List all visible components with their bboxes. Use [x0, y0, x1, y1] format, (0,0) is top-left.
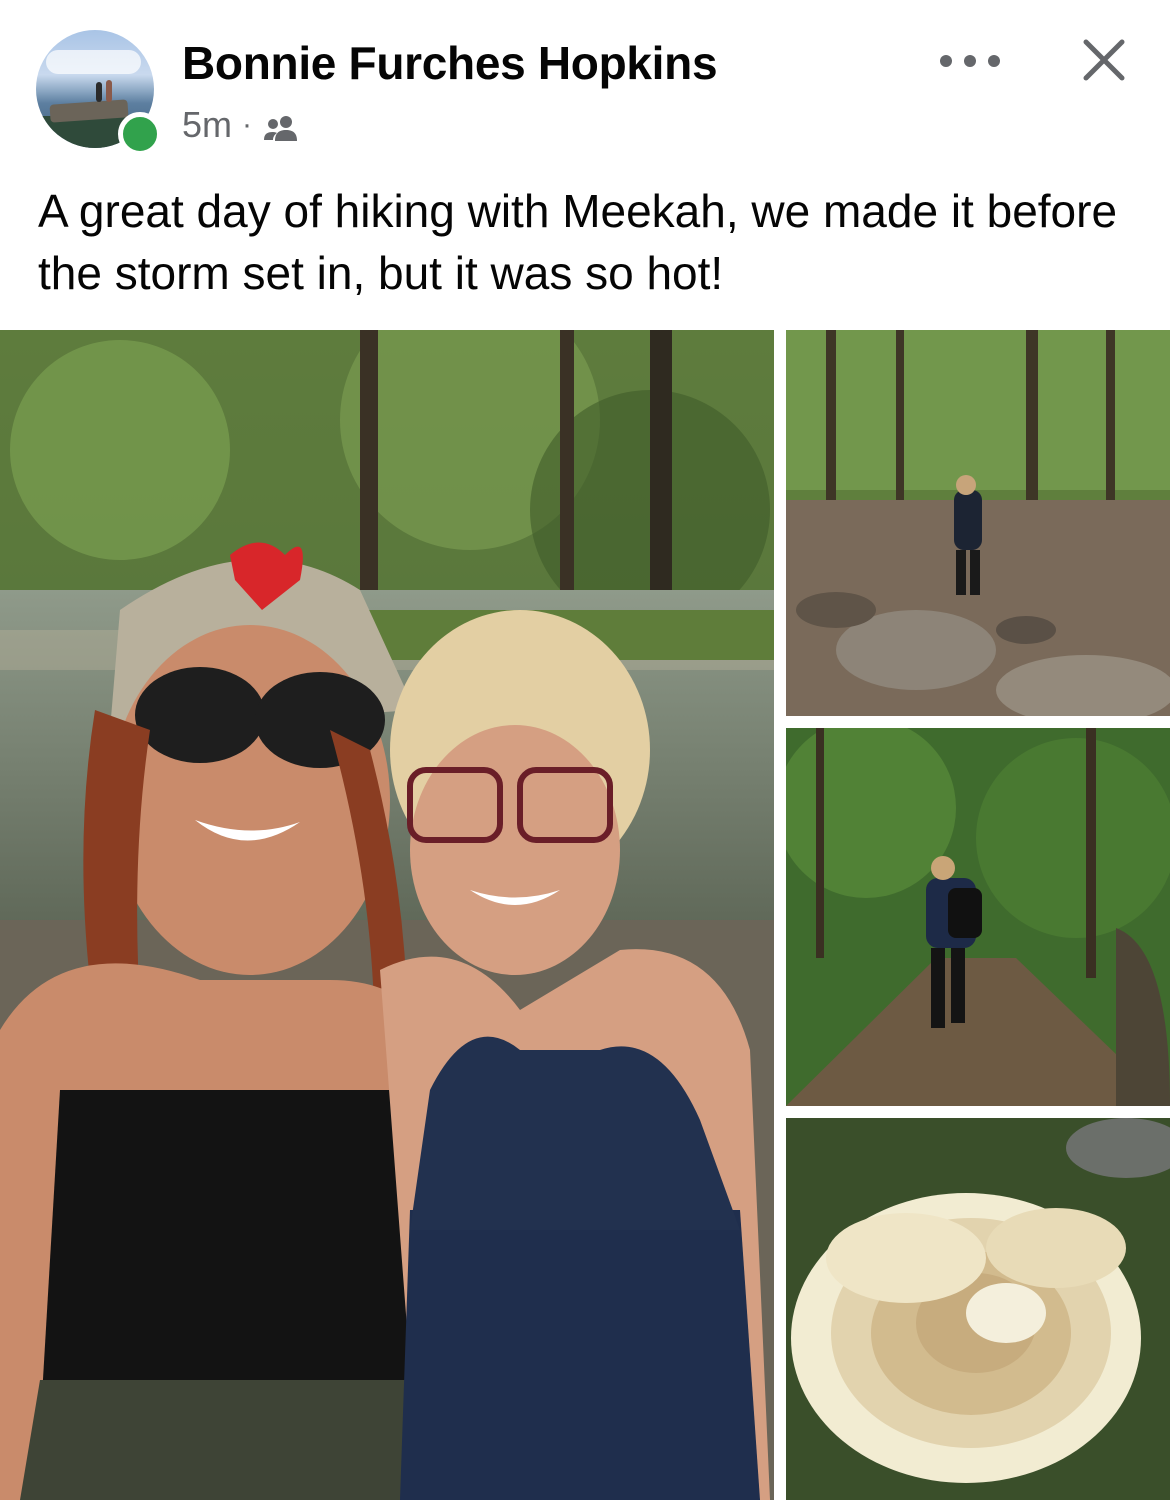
- post-header: Bonnie Furches Hopkins 5m ·: [0, 0, 1170, 170]
- post-caption: A great day of hiking with Meekah, we ma…: [38, 185, 1118, 299]
- photo-selfie[interactable]: [0, 330, 774, 1500]
- close-icon[interactable]: [1080, 36, 1128, 84]
- post-timestamp[interactable]: 5m: [182, 104, 232, 146]
- online-status-indicator: [118, 112, 162, 156]
- author-name[interactable]: Bonnie Furches Hopkins: [182, 36, 718, 90]
- photo-mushroom[interactable]: [786, 1118, 1170, 1500]
- meta-separator: ·: [242, 108, 253, 141]
- photo-rocky-creek-trail[interactable]: [786, 330, 1170, 716]
- more-options-icon[interactable]: [940, 46, 1000, 76]
- friends-icon[interactable]: [262, 110, 300, 141]
- photo-forest-path[interactable]: [786, 728, 1170, 1106]
- post-meta: 5m ·: [182, 102, 300, 148]
